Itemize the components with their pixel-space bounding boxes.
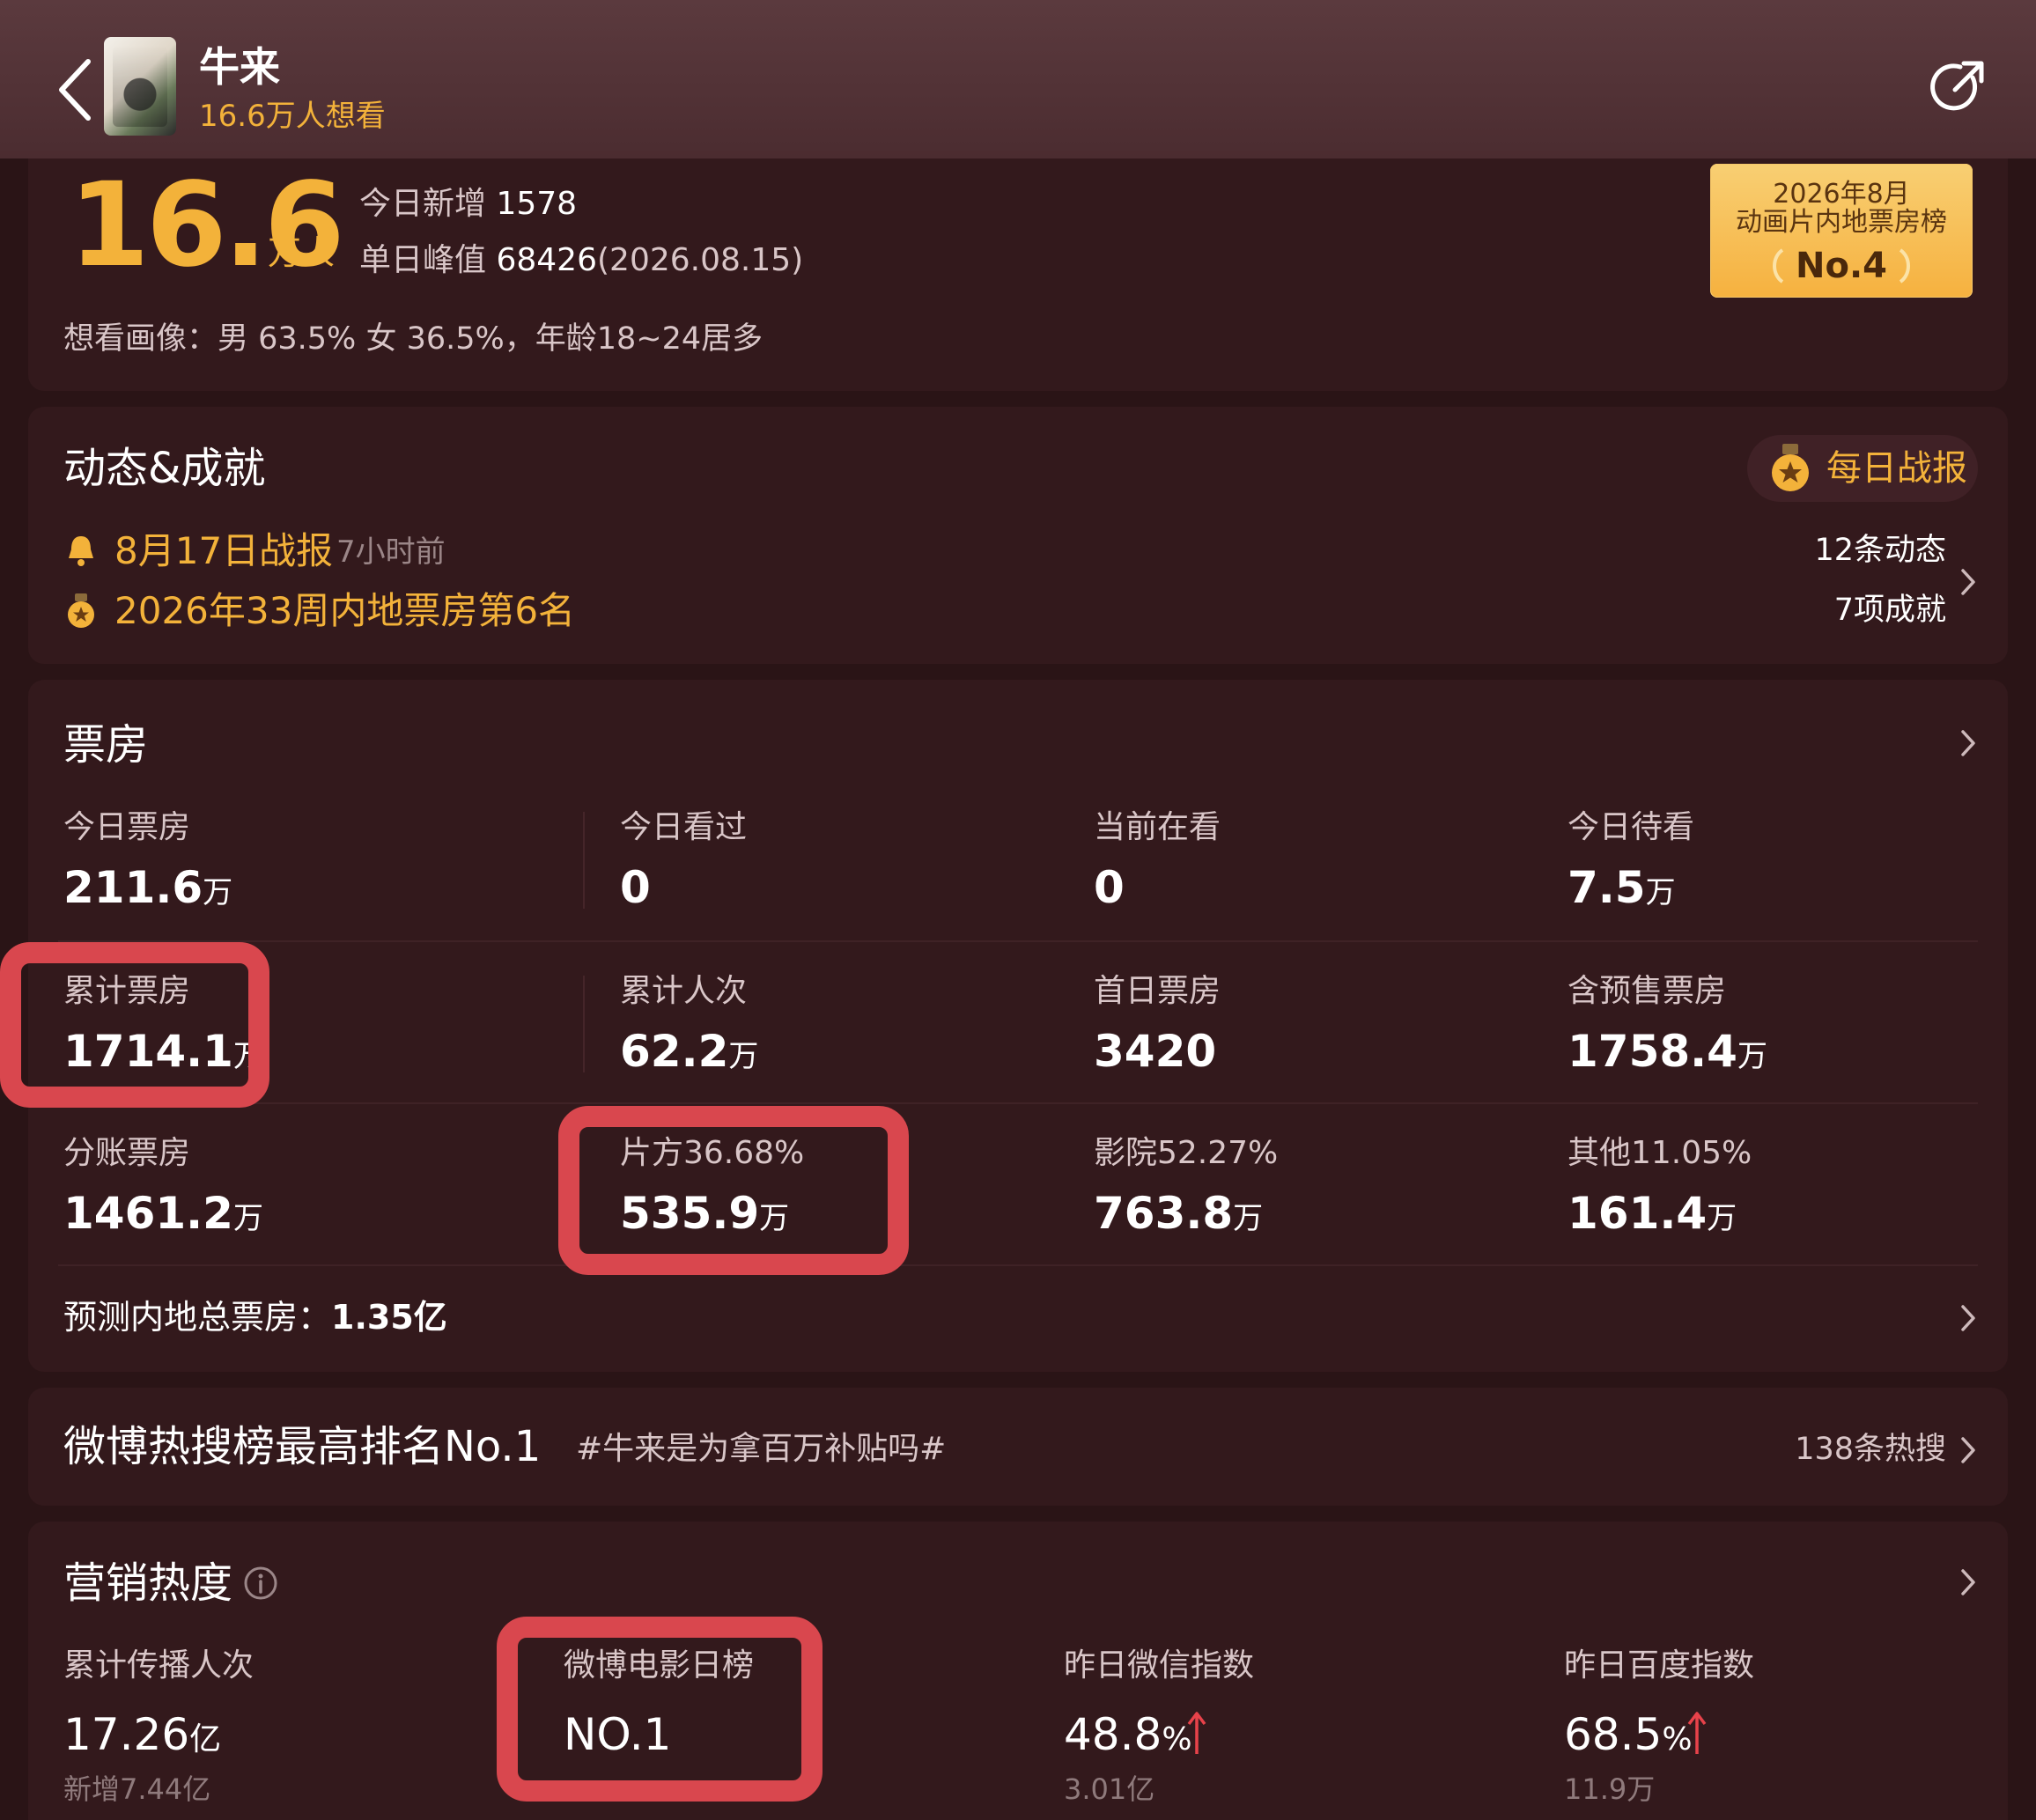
chevron-right-icon[interactable] <box>1959 728 1978 758</box>
cell-label: 今日待看 <box>1568 809 1695 845</box>
want-big-unit: 万人 <box>268 233 336 272</box>
weibo-hot-title: 微博热搜榜最高排名No.1 <box>63 1422 542 1471</box>
column-divider <box>583 812 585 909</box>
laurel-right-icon <box>1899 248 1910 284</box>
metric-sub: 11.9万 <box>1564 1772 1656 1806</box>
chevron-right-icon[interactable] <box>1959 1303 1978 1333</box>
row-divider <box>58 1102 1978 1104</box>
chevron-right-icon[interactable] <box>1959 1435 1978 1465</box>
chevron-right-icon[interactable] <box>1959 567 1978 597</box>
chevron-right-icon[interactable] <box>1959 1567 1978 1597</box>
metric-sub: 3.01亿 <box>1064 1772 1155 1806</box>
cell-value: 161.4万 <box>1568 1188 1737 1239</box>
cell-value: 0 <box>1094 862 1125 913</box>
demographic-text: 想看画像：男 63.5% 女 36.5%，年龄18~24居多 <box>63 321 764 357</box>
cell-value: 1758.4万 <box>1568 1026 1767 1077</box>
cell-label: 影院52.27% <box>1094 1135 1279 1171</box>
cell-label: 今日票房 <box>63 809 191 845</box>
up-arrow-icon <box>1187 1712 1206 1754</box>
highlight-box <box>497 1617 823 1802</box>
peak-date: (2026.08.15) <box>597 242 804 278</box>
weibo-hot-count[interactable]: 138条热搜 <box>1700 1428 1946 1470</box>
row-divider <box>58 1264 1978 1266</box>
cell-value: 0 <box>620 862 651 913</box>
cell-label: 分账票房 <box>63 1135 191 1171</box>
share-icon[interactable] <box>1929 58 1987 116</box>
metric-value: 68.5% <box>1564 1709 1693 1760</box>
highlight-box <box>0 942 269 1108</box>
up-arrow-icon <box>1687 1712 1707 1754</box>
today-add-value: 1578 <box>496 186 578 222</box>
cell-label: 当前在看 <box>1094 809 1221 845</box>
bell-icon <box>69 536 93 566</box>
column-divider <box>583 976 585 1072</box>
cell-label: 其他11.05% <box>1568 1135 1752 1171</box>
medal-icon <box>1772 444 1809 491</box>
metric-label: 昨日百度指数 <box>1564 1647 1755 1684</box>
info-icon[interactable] <box>243 1566 278 1601</box>
marketing-title: 营销热度 <box>63 1558 233 1608</box>
dynamics-title: 动态&成就 <box>63 444 266 493</box>
cell-label: 今日看过 <box>620 809 748 845</box>
metric-label: 昨日微信指数 <box>1064 1647 1255 1684</box>
cell-label: 首日票房 <box>1094 973 1221 1009</box>
metric-value: 48.8% <box>1064 1709 1192 1760</box>
rank-badge[interactable]: 2026年8月 动画片内地票房榜 No.4 <box>1710 164 1973 298</box>
cell-label: 累计人次 <box>620 973 748 1009</box>
metric-label: 累计传播人次 <box>63 1647 254 1684</box>
badge-period: 2026年8月 <box>1773 179 1910 210</box>
want-count: 16.6万人想看 <box>199 99 386 134</box>
movie-title: 牛来 <box>199 43 280 91</box>
metric-value: 17.26亿 <box>63 1709 222 1760</box>
row-divider <box>58 940 1978 942</box>
daily-report-label: 每日战报 <box>1826 448 1967 489</box>
report-time: 7小时前 <box>336 534 446 570</box>
peak-line: 单日峰值 68426(2026.08.15) <box>359 239 803 282</box>
achievement-item[interactable]: 2026年33周内地票房第6名 <box>114 586 575 636</box>
cell-label: 含预售票房 <box>1568 973 1727 1009</box>
highlight-box <box>558 1106 909 1275</box>
cell-value: 3420 <box>1094 1026 1217 1077</box>
metric-sub: 新增7.44亿 <box>63 1772 211 1806</box>
forecast-row[interactable]: 预测内地总票房：1.35亿 <box>63 1294 447 1340</box>
peak-value: 68426 <box>496 242 597 278</box>
forecast-value: 1.35亿 <box>331 1298 447 1337</box>
achievement-count[interactable]: 7项成就 <box>1682 590 1946 630</box>
cell-value: 211.6万 <box>63 862 233 913</box>
cell-value: 7.5万 <box>1568 862 1676 913</box>
today-add-label: 今日新增 <box>359 186 487 222</box>
cell-value: 1461.2万 <box>63 1188 263 1239</box>
back-arrow-icon[interactable] <box>51 55 100 125</box>
cell-value: 763.8万 <box>1094 1188 1264 1239</box>
forecast-label: 预测内地总票房： <box>63 1298 332 1337</box>
movie-poster[interactable] <box>104 37 176 136</box>
today-add-line: 今日新增 1578 <box>359 183 577 225</box>
dynamic-count[interactable]: 12条动态 <box>1682 530 1946 571</box>
medal-small-icon <box>68 593 94 628</box>
peak-label: 单日峰值 <box>359 242 487 278</box>
cell-value: 62.2万 <box>620 1026 759 1077</box>
box-office-title: 票房 <box>63 720 149 770</box>
badge-rank: No.4 <box>1796 246 1887 286</box>
badge-category: 动画片内地票房榜 <box>1736 207 1947 238</box>
weibo-hot-tag[interactable]: #牛来是为拿百万补贴吗# <box>576 1428 946 1470</box>
report-item[interactable]: 8月17日战报 <box>114 527 333 576</box>
